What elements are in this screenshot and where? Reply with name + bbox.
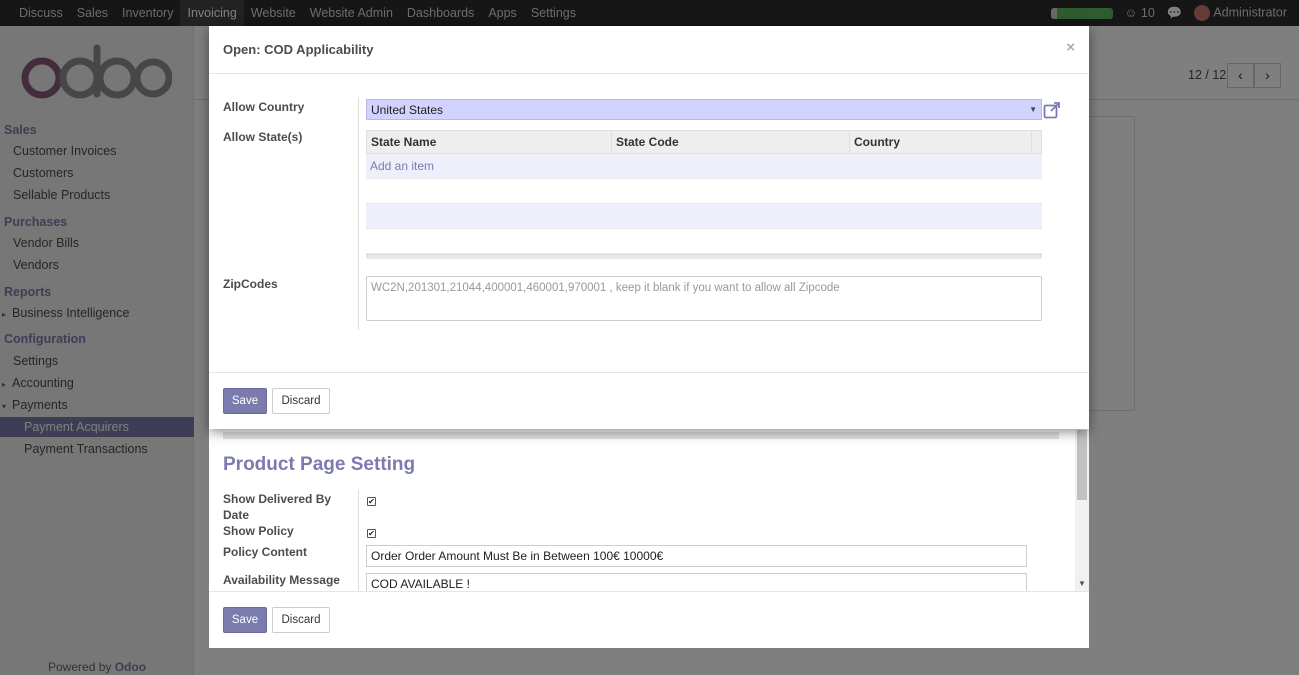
availability-message-input[interactable]: COD AVAILABLE ! [366,573,1027,591]
zipcodes-label: ZipCodes [223,277,278,291]
allow-country-label: Allow Country [223,100,305,114]
column-state-code[interactable]: State Code [612,131,850,153]
field-divider [358,490,359,591]
save-button[interactable]: Save [223,388,267,414]
column-state-name[interactable]: State Name [367,131,612,153]
allow-country-select[interactable]: United States ▼ [366,99,1042,120]
field-divider [358,97,359,330]
show-delivered-checkbox[interactable]: ✔ [367,497,376,506]
scroll-down-icon[interactable]: ▼ [1078,579,1086,588]
column-country[interactable]: Country [850,131,1032,153]
add-item-link[interactable]: Add an item [366,154,1042,178]
availability-message-label: Availability Message [223,573,340,587]
scrollbar[interactable]: ▼ [1075,428,1089,591]
allow-states-label: Allow State(s) [223,130,303,144]
show-delivered-label: Show Delivered By Date [223,492,332,522]
dialog-header: Open: COD Applicability × [209,26,1089,74]
discard-button[interactable]: Discard [272,388,330,414]
states-table: State Name State Code Country Add an ite… [366,130,1042,259]
show-policy-label: Show Policy [223,524,294,538]
parent-dialog-footer: Save Discard [209,591,1089,648]
close-icon[interactable]: × [1066,39,1075,56]
dialog-footer: Save Discard [209,372,1089,429]
parent-dialog-body: Product Page Setting Show Delivered By D… [209,428,1075,591]
scrollbar-thumb[interactable] [1077,430,1087,500]
policy-content-label: Policy Content [223,545,308,559]
table-row [366,204,1042,229]
table-footer [366,254,1042,259]
table-row [366,179,1042,204]
table-header: State Name State Code Country [366,130,1042,154]
dropdown-caret-icon[interactable]: ▼ [1029,103,1037,117]
table-row: Add an item [366,154,1042,179]
separator [223,432,1059,439]
dialog-title: Open: COD Applicability [223,42,374,57]
zipcodes-textarea[interactable]: WC2N,201301,21044,400001,460001,970001 ,… [366,276,1042,321]
external-link-icon[interactable] [1043,101,1061,119]
cod-applicability-dialog: Open: COD Applicability × Allow Country … [209,26,1089,429]
parent-save-button[interactable]: Save [223,607,267,633]
parent-discard-button[interactable]: Discard [272,607,330,633]
allow-country-value: United States [371,103,444,117]
show-policy-checkbox[interactable]: ✔ [367,529,376,538]
parent-dialog: Product Page Setting Show Delivered By D… [209,428,1089,648]
section-title: Product Page Setting [223,454,416,475]
policy-content-input[interactable]: Order Order Amount Must Be in Between 10… [366,545,1027,567]
table-row [366,229,1042,254]
